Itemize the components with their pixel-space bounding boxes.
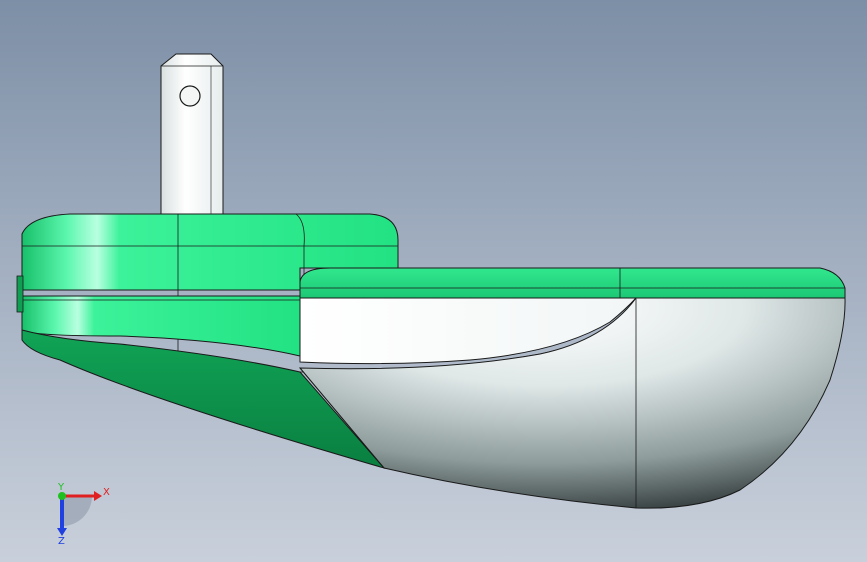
mounting-hole xyxy=(179,85,201,107)
graphics-viewport[interactable]: X Z Y xyxy=(0,0,867,562)
x-axis-label: X xyxy=(103,487,110,498)
x-axis-arrow xyxy=(94,491,102,501)
z-axis-label: Z xyxy=(58,536,65,547)
mounting-tab-body xyxy=(160,53,224,215)
y-axis-dot xyxy=(58,492,66,500)
mounting-tab[interactable] xyxy=(160,53,224,215)
triad-shadow xyxy=(62,496,92,526)
z-axis-arrow xyxy=(57,528,67,536)
y-axis-label: Y xyxy=(57,482,65,493)
3d-model[interactable] xyxy=(0,0,867,562)
right-top-cap xyxy=(299,267,846,299)
coordinate-triad: X Z Y xyxy=(57,482,110,547)
end-knob xyxy=(16,275,24,313)
